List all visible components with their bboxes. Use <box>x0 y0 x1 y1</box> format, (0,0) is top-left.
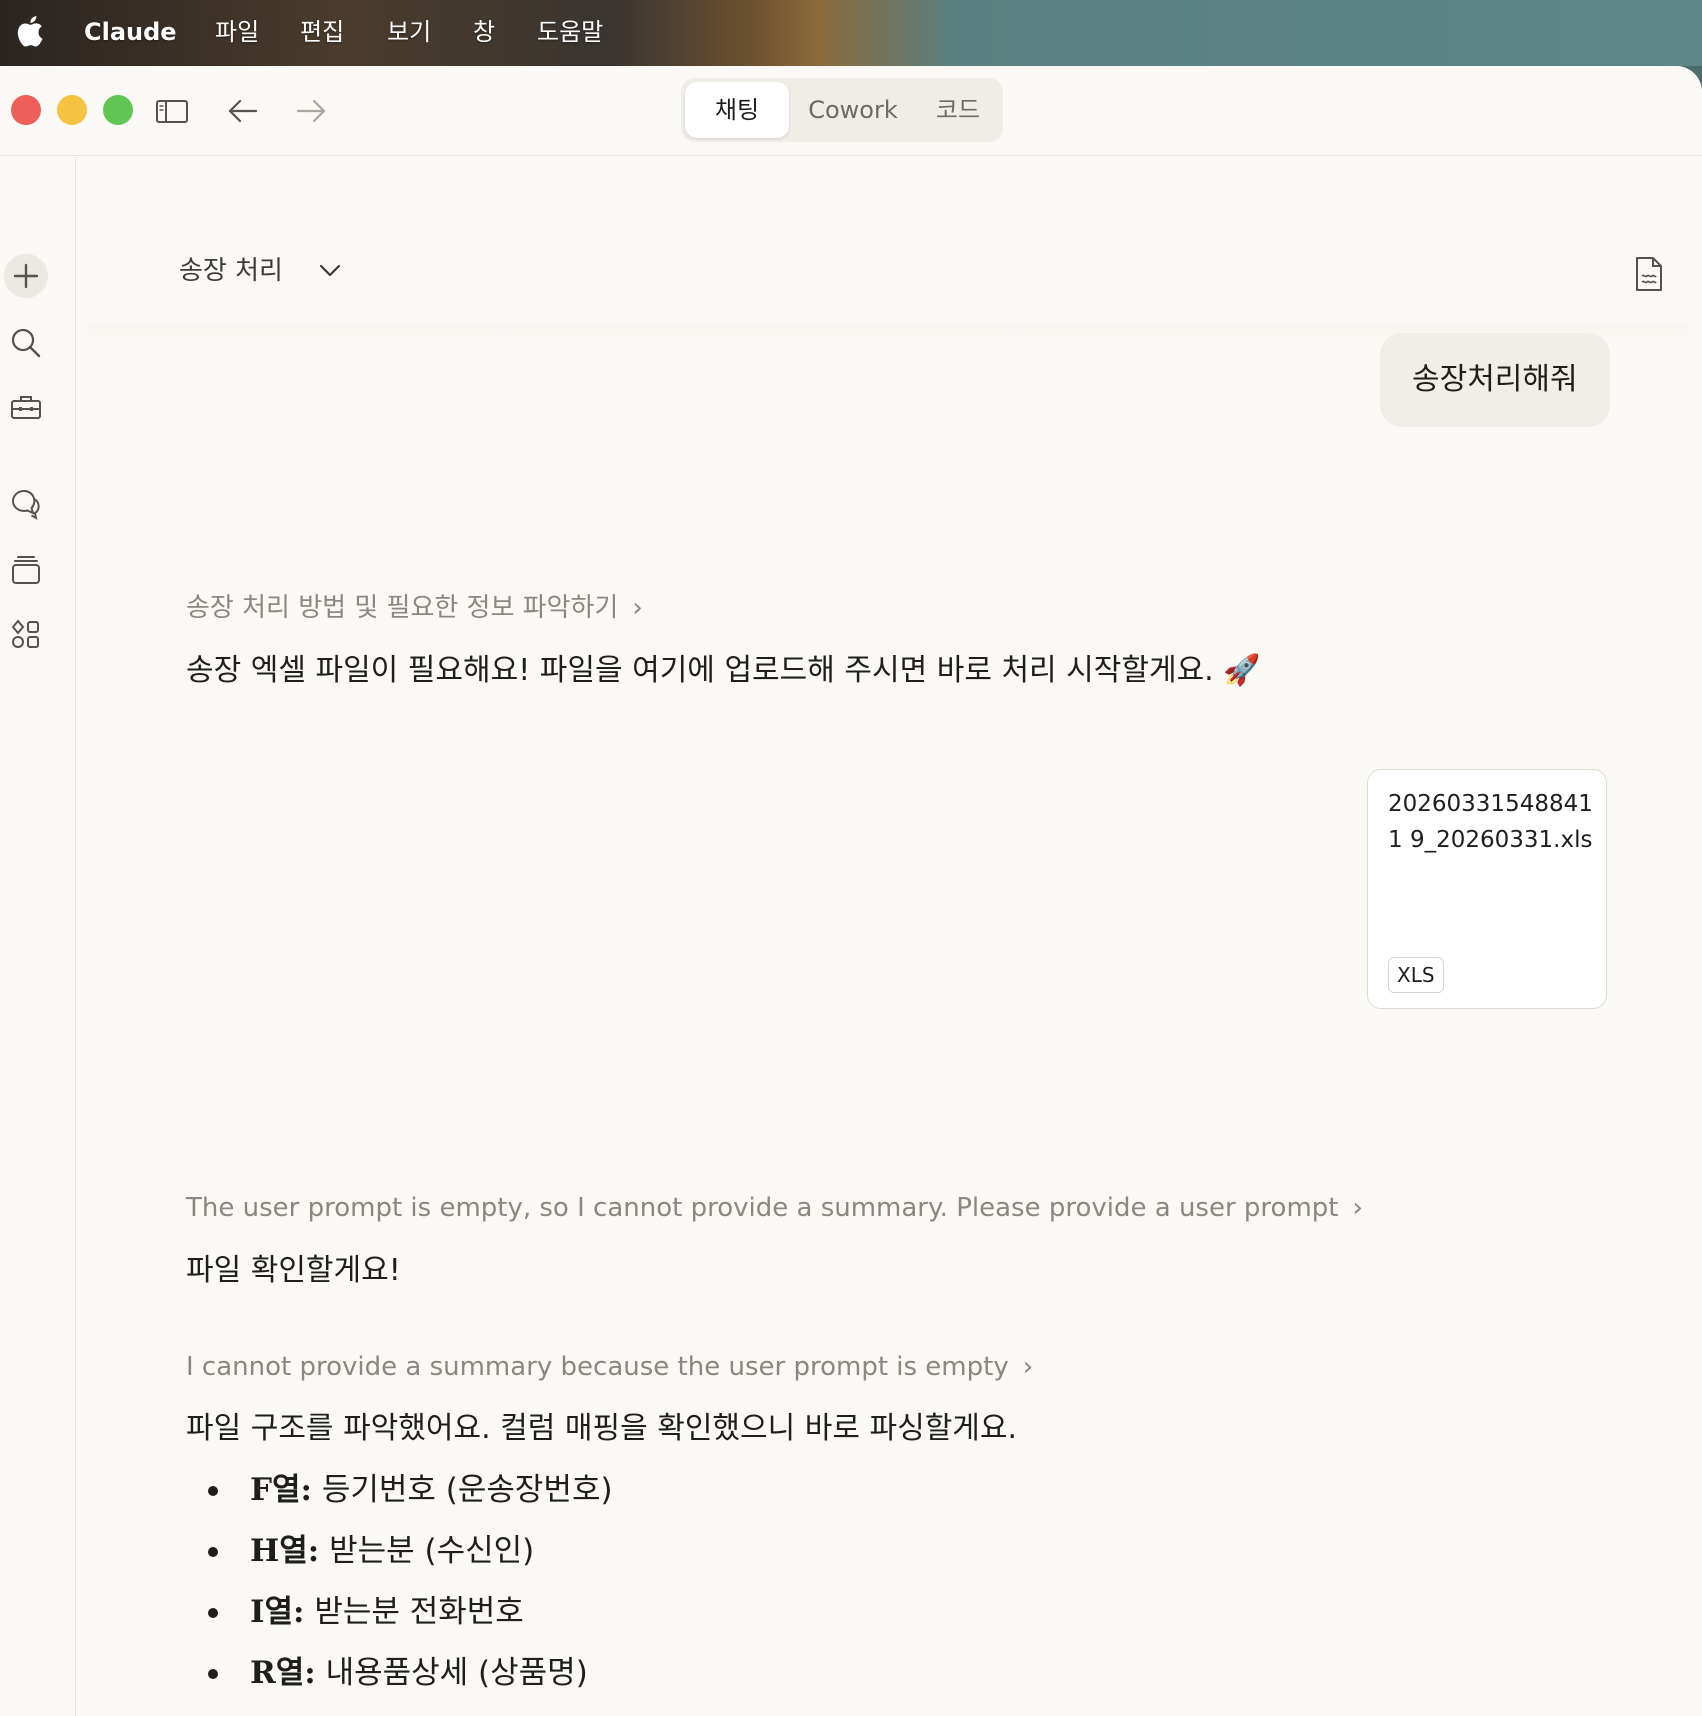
zoom-window-button[interactable] <box>103 95 133 125</box>
plus-icon <box>13 263 39 289</box>
tab-cowork[interactable]: Cowork <box>793 82 913 138</box>
minimize-window-button[interactable] <box>57 95 87 125</box>
title-bar: 채팅 Cowork 코드 <box>0 66 1702 156</box>
menu-window[interactable]: 창 <box>473 16 495 48</box>
assistant-message: 파일 확인할게요! <box>186 1253 401 1288</box>
chats-button[interactable] <box>4 482 48 526</box>
thinking-label: 송장 처리 방법 및 필요한 정보 파악하기 <box>186 593 619 623</box>
list-item-key: H열: <box>250 1533 320 1569</box>
file-name: 202603315488411 9_20260331.xls <box>1388 791 1593 853</box>
list-item-key: F열: <box>250 1472 312 1508</box>
menu-file[interactable]: 파일 <box>215 16 259 48</box>
thinking-summary[interactable]: 송장 처리 방법 및 필요한 정보 파악하기 › <box>186 590 643 626</box>
chats-icon <box>12 489 40 520</box>
thinking-label: The user prompt is empty, so I cannot pr… <box>186 1193 1339 1223</box>
file-type-badge: XLS <box>1388 957 1444 993</box>
search-button[interactable] <box>4 321 48 365</box>
menu-edit[interactable]: 편집 <box>300 16 344 48</box>
thinking-label: I cannot provide a summary because the u… <box>186 1352 1009 1382</box>
assistant-message: 파일 구조를 파악했어요. 컬럼 매핑을 확인했으니 바로 파싱할게요. <box>186 1411 1018 1446</box>
artifacts-icon <box>11 619 39 648</box>
list-item: F열: 등기번호 (운송장번호) <box>186 1469 613 1530</box>
list-item: R열: 내용품상세 (상품명) <box>186 1652 613 1713</box>
tab-chat[interactable]: 채팅 <box>685 82 789 138</box>
projects-button[interactable] <box>4 548 48 592</box>
chevron-down-icon[interactable] <box>315 255 345 285</box>
projects-icon <box>12 556 40 584</box>
column-mapping-list: F열: 등기번호 (운송장번호) H열: 받는분 (수신인) I열: 받는분 전… <box>186 1469 613 1713</box>
assistant-message: 송장 엑셀 파일이 필요해요! 파일을 여기에 업로드해 주시면 바로 처리 시… <box>186 653 1261 688</box>
list-item-value: 등기번호 (운송장번호) <box>311 1472 613 1508</box>
new-chat-button[interactable] <box>4 254 48 298</box>
app-window: 채팅 Cowork 코드 송장 처리 송장처리해줘 송장 처리 방법 및 필요한… <box>0 66 1702 1716</box>
sidebar <box>0 157 76 1716</box>
chat-main: 송장 처리 송장처리해줘 송장 처리 방법 및 필요한 정보 파악하기 › 송장 … <box>77 157 1702 1716</box>
apple-logo-icon[interactable] <box>16 14 44 48</box>
mode-switcher: 채팅 Cowork 코드 <box>681 78 1003 142</box>
forward-arrow-icon[interactable] <box>293 93 329 129</box>
menu-help[interactable]: 도움말 <box>537 16 603 48</box>
menu-view[interactable]: 보기 <box>387 16 431 48</box>
close-window-button[interactable] <box>11 95 41 125</box>
conversation-title[interactable]: 송장 처리 <box>179 253 283 289</box>
list-item-value: 내용품상세 (상품명) <box>315 1655 588 1691</box>
thinking-summary[interactable]: I cannot provide a summary because the u… <box>186 1349 1033 1385</box>
list-item-value: 받는분 (수신인) <box>319 1533 535 1569</box>
tab-code[interactable]: 코드 <box>917 82 999 138</box>
thinking-summary[interactable]: The user prompt is empty, so I cannot pr… <box>186 1190 1363 1226</box>
chevron-right-icon: › <box>1352 1193 1363 1223</box>
document-icon[interactable] <box>1633 255 1665 293</box>
toolbox-icon <box>11 396 41 419</box>
chevron-right-icon: › <box>632 593 643 623</box>
chevron-right-icon: › <box>1022 1352 1034 1382</box>
toolbox-button[interactable] <box>4 385 48 429</box>
list-item-value: 받는분 전화번호 <box>304 1594 524 1630</box>
menu-bar: Claude 파일 편집 보기 창 도움말 <box>0 0 1702 66</box>
list-item: I열: 받는분 전화번호 <box>186 1591 613 1652</box>
list-item-key: I열: <box>250 1594 305 1630</box>
back-arrow-icon[interactable] <box>225 93 261 129</box>
user-message: 송장처리해줘 <box>1380 333 1610 427</box>
artifacts-button[interactable] <box>4 613 48 657</box>
search-icon <box>11 328 41 358</box>
list-item-key: R열: <box>250 1655 316 1691</box>
list-item: H열: 받는분 (수신인) <box>186 1530 613 1591</box>
menu-app-name[interactable]: Claude <box>84 16 177 48</box>
file-attachment-card[interactable]: 202603315488411 9_20260331.xls XLS <box>1367 769 1607 1009</box>
sidebar-toggle-icon[interactable] <box>154 93 190 129</box>
